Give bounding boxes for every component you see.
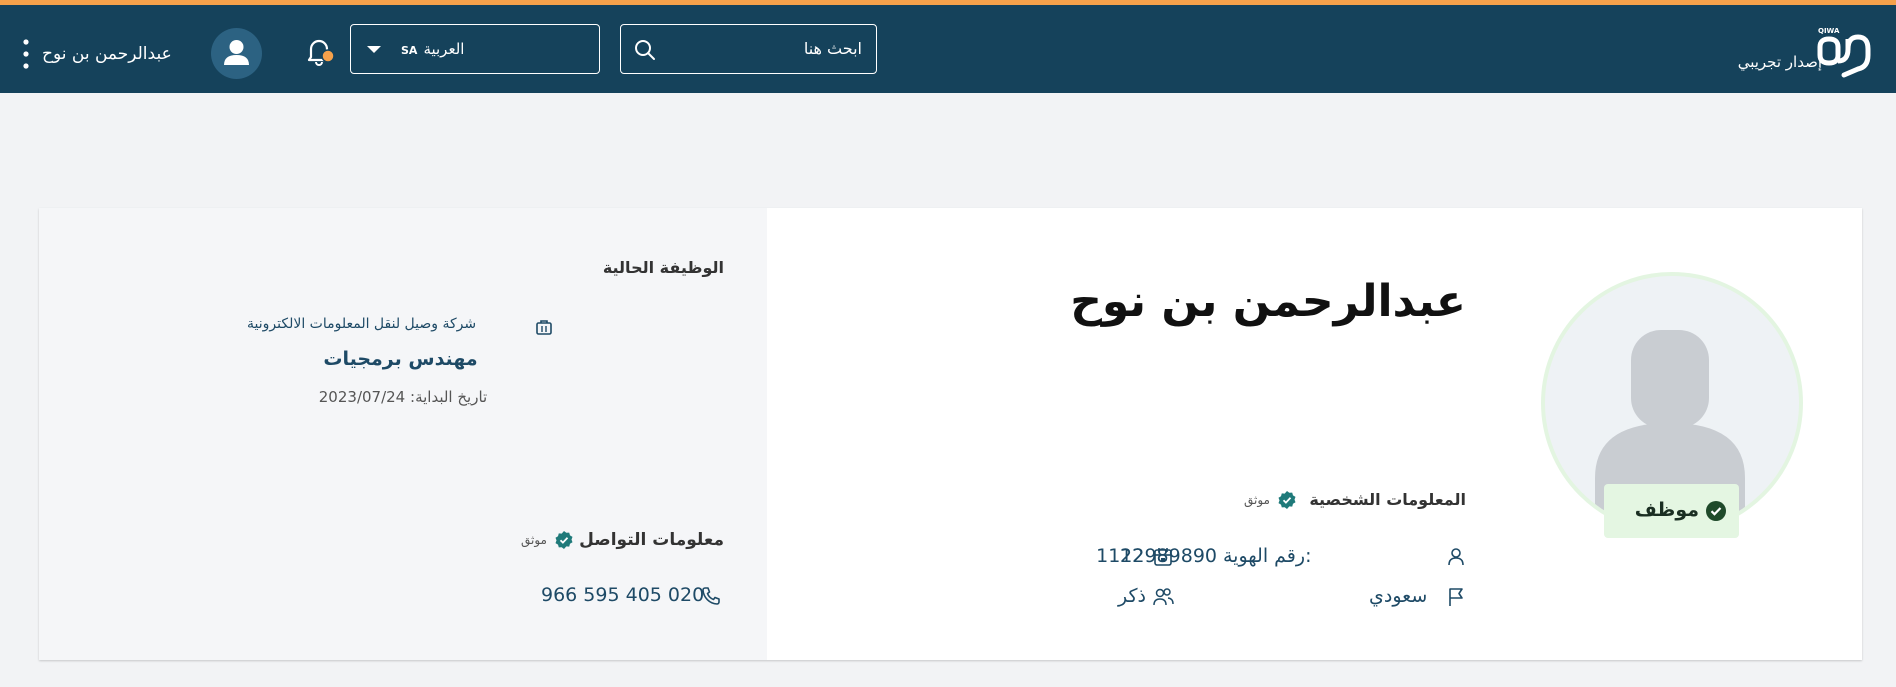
- qiwa-logo[interactable]: QIWA: [1814, 23, 1876, 81]
- briefcase-icon: [536, 320, 552, 335]
- user-icon: [224, 40, 249, 65]
- search-icon[interactable]: [633, 38, 657, 62]
- start-date-value: 2023/07/24: [318, 388, 406, 406]
- notification-bell-icon[interactable]: [306, 37, 334, 67]
- status-badge: موظف: [1604, 484, 1739, 538]
- employee-profile-card: الوظيفة الحالية شركة وصيل لنقل المعلومات…: [39, 208, 1862, 660]
- job-title: مهندس برمجيات: [323, 348, 478, 370]
- personal-verified-label: موثق: [1244, 493, 1270, 507]
- language-label: العربية: [423, 40, 465, 58]
- search-input[interactable]: ابحث هنا: [620, 24, 877, 74]
- flag-icon: [1449, 588, 1463, 606]
- start-date: تاريخ البداية: 2023/07/24: [39, 388, 767, 406]
- search-placeholder: ابحث هنا: [803, 39, 862, 58]
- status-label: موظف: [1634, 499, 1699, 521]
- verified-badge-icon: [1278, 491, 1296, 509]
- check-circle-icon: [1706, 501, 1726, 521]
- contact-info-heading: معلومات التواصل: [579, 530, 724, 550]
- gender-value: ذكر: [1118, 585, 1146, 607]
- company-name: شركة وصيل لنقل المعلومات الالكترونية: [247, 316, 477, 332]
- personal-info-heading: المعلومات الشخصية: [1309, 490, 1466, 509]
- language-code: SA: [401, 44, 418, 57]
- nationality-value: سعودي: [1369, 585, 1428, 607]
- contact-verified-label: موثق: [521, 533, 547, 547]
- svg-text:QIWA: QIWA: [1818, 27, 1840, 35]
- header-user-name[interactable]: عبدالرحمن بن نوح: [42, 44, 172, 64]
- user-avatar[interactable]: [211, 28, 262, 79]
- person-icon: [1448, 548, 1464, 566]
- verified-badge-icon: [555, 531, 573, 549]
- start-date-label: تاريخ البداية:: [410, 388, 488, 406]
- job-contact-panel: الوظيفة الحالية شركة وصيل لنقل المعلومات…: [39, 208, 767, 660]
- phone-number[interactable]: 966 595 405 020: [541, 584, 704, 606]
- chevron-down-icon: [367, 46, 381, 53]
- calendar-icon: [1154, 548, 1172, 566]
- users-icon: [1153, 588, 1174, 606]
- employee-name: عبدالرحمن بن نوح: [1070, 276, 1466, 327]
- top-navbar: QIWA إصدار تجريبي ابحث هنا SA العربية عبد…: [0, 5, 1896, 93]
- current-job-heading: الوظيفة الحالية: [602, 258, 724, 277]
- age-value: 22: [1120, 545, 1145, 567]
- id-label: رقم الهوية:: [1223, 545, 1312, 567]
- more-options-icon[interactable]: [20, 37, 32, 71]
- logo-subtitle: إصدار تجريبي: [1737, 53, 1822, 71]
- language-select[interactable]: SA العربية: [350, 24, 600, 74]
